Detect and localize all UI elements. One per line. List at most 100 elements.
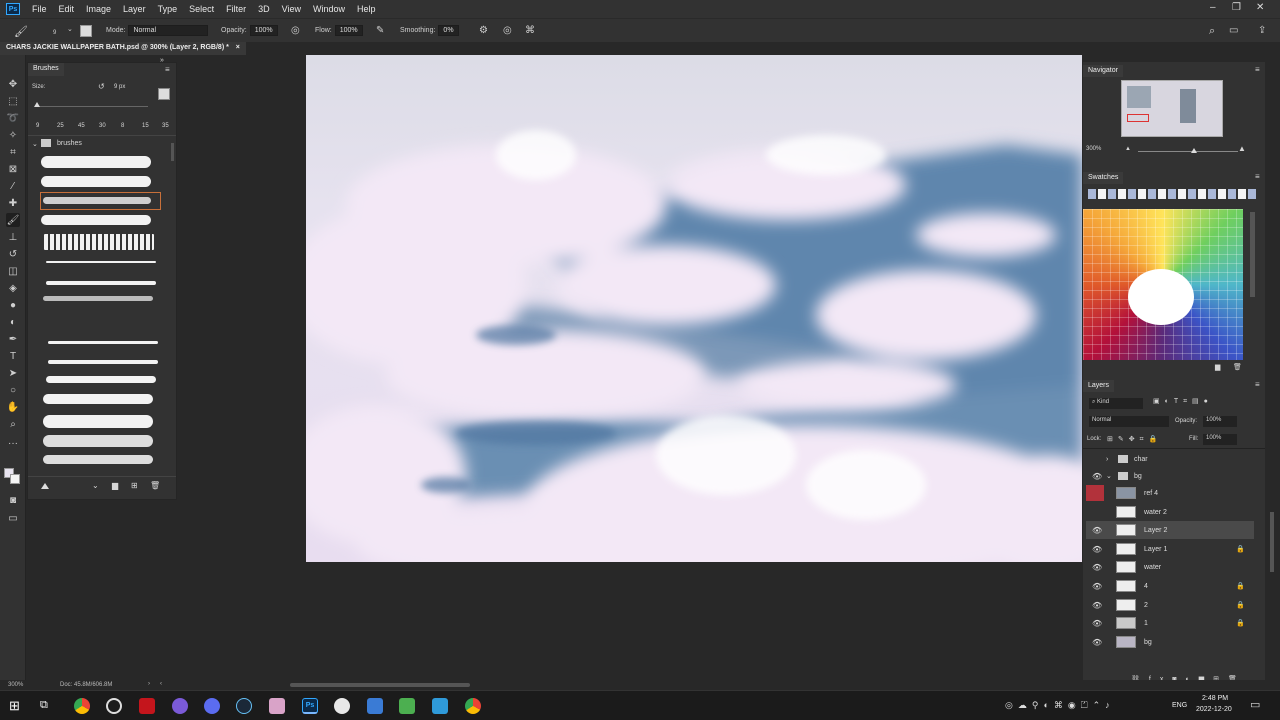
new-group-icon[interactable]: ▆	[112, 481, 118, 490]
flash-app-icon[interactable]	[139, 698, 155, 714]
brush-preset[interactable]	[44, 234, 154, 250]
windows-start-icon[interactable]: ⊞	[9, 698, 20, 714]
recent-swatches[interactable]	[1088, 189, 1256, 199]
layer-row[interactable]: 👁 1 🔒	[1086, 614, 1254, 632]
menu-type[interactable]: Type	[152, 4, 184, 14]
close-icon[interactable]: ✕	[1256, 2, 1264, 13]
menu-layer[interactable]: Layer	[117, 4, 152, 14]
layer-row[interactable]: 👁 water	[1086, 558, 1254, 576]
collapse-chevron-icon[interactable]: ⌄	[1106, 472, 1112, 480]
status-arrow-icon[interactable]: ›	[148, 681, 150, 687]
minimize-icon[interactable]: –	[1210, 2, 1216, 13]
swatches-scrollbar[interactable]	[1250, 212, 1255, 297]
swatch-grid[interactable]	[1083, 209, 1243, 360]
restore-icon[interactable]: ❐	[1232, 2, 1241, 13]
navigator-thumbnail[interactable]	[1121, 80, 1223, 137]
scroll-left-icon[interactable]: ‹	[160, 681, 162, 687]
eyedropper-icon[interactable]: ⁄	[6, 179, 20, 193]
layer-row[interactable]: 👁 2 🔒	[1086, 596, 1254, 614]
preset-size[interactable]: 45	[78, 123, 85, 129]
brush-preset[interactable]	[43, 394, 153, 404]
preset-size[interactable]: 30	[99, 123, 106, 129]
panel-menu-icon[interactable]: ≡	[165, 65, 170, 74]
canvas[interactable]	[306, 55, 1082, 562]
zoom-in-icon[interactable]: ▲	[1238, 144, 1246, 153]
zoom-tool-icon[interactable]: ⌕	[6, 417, 20, 431]
system-tray-icons[interactable]: ◎☁⚲◐⌘◉⏍⌃♪	[1005, 700, 1115, 711]
share-icon[interactable]: ⇪	[1258, 25, 1266, 36]
new-brush-preset-icon[interactable]: ⊞	[131, 481, 138, 490]
eraser-icon[interactable]: ◫	[6, 264, 20, 278]
delete-swatch-icon[interactable]: 🗑	[1233, 363, 1242, 371]
brush-preset[interactable]	[48, 341, 158, 344]
eye-icon[interactable]: 👁	[1092, 526, 1102, 535]
app-icon[interactable]	[269, 698, 285, 714]
search-icon[interactable]: ⌕	[1209, 25, 1215, 38]
brush-preset[interactable]	[41, 156, 151, 168]
clock-time[interactable]: 2:48 PM	[1202, 695, 1228, 702]
marquee-tool-icon[interactable]: ⬚	[6, 94, 20, 108]
type-tool-icon[interactable]: T	[6, 349, 20, 363]
brush-tool-icon[interactable]: 🖌	[14, 25, 28, 38]
brush-preset[interactable]	[41, 215, 151, 225]
eye-icon[interactable]: 👁	[1092, 582, 1102, 591]
notifications-icon[interactable]: ▭	[1250, 698, 1260, 711]
layer-row[interactable]: ref 4	[1086, 484, 1254, 502]
panel-menu-icon[interactable]: ≡	[1255, 380, 1260, 389]
menu-image[interactable]: Image	[80, 4, 117, 14]
layer-row[interactable]: 👁 bg	[1086, 633, 1254, 651]
new-brush-icon[interactable]	[158, 88, 170, 100]
screen-mode-icon[interactable]: ▭	[6, 511, 20, 525]
chrome-icon[interactable]	[465, 698, 481, 714]
menu-edit[interactable]: Edit	[53, 4, 81, 14]
menu-filter[interactable]: Filter	[220, 4, 252, 14]
brush-preset[interactable]	[46, 261, 156, 263]
eye-icon[interactable]: 👁	[1092, 563, 1102, 572]
brush-preset[interactable]	[43, 415, 153, 428]
layers-scrollbar[interactable]	[1270, 512, 1274, 572]
visibility-off-indicator[interactable]	[1086, 485, 1104, 501]
brush-preset-selected[interactable]	[40, 192, 161, 210]
menu-select[interactable]: Select	[183, 4, 220, 14]
airbrush-icon[interactable]: ✎	[376, 25, 384, 36]
preset-size[interactable]: 9	[36, 123, 39, 129]
brushes-scrollbar[interactable]	[171, 143, 174, 161]
clock-date[interactable]: 2022-12-20	[1196, 706, 1232, 713]
pressure-size-icon[interactable]: ◎	[503, 25, 512, 36]
hand-tool-icon[interactable]: ✋	[6, 400, 20, 414]
size-slider[interactable]	[36, 106, 148, 107]
menu-view[interactable]: View	[276, 4, 307, 14]
flow-field[interactable]: 100%	[334, 25, 363, 36]
swatches-tab[interactable]: Swatches	[1083, 172, 1124, 184]
artwork-clouds-sea[interactable]	[306, 55, 1082, 562]
clock-app-icon[interactable]	[106, 698, 122, 714]
fill-field[interactable]: 100%	[1203, 434, 1237, 445]
app-icon[interactable]	[172, 698, 188, 714]
close-tab-icon[interactable]: ×	[236, 44, 240, 51]
crop-tool-icon[interactable]: ⌗	[6, 145, 20, 159]
obs-icon[interactable]	[334, 698, 350, 714]
eye-icon[interactable]: 👁	[1092, 638, 1102, 647]
delete-brush-icon[interactable]: 🗑	[150, 481, 160, 490]
layer-row[interactable]: water 2	[1086, 503, 1254, 521]
layer-row[interactable]: 👁 ⌄ bg	[1086, 467, 1254, 485]
horizontal-scrollbar[interactable]	[290, 683, 470, 687]
opacity-field[interactable]: 100%	[249, 25, 278, 36]
menu-window[interactable]: Window	[307, 4, 351, 14]
brush-preset[interactable]	[43, 296, 153, 301]
zoom-slider[interactable]	[1138, 151, 1238, 152]
new-folder-icon[interactable]: ▆	[1215, 363, 1220, 371]
healing-brush-icon[interactable]: ✚	[6, 196, 20, 210]
frame-tool-icon[interactable]: ⊠	[6, 162, 20, 176]
shape-tool-icon[interactable]: ○	[6, 383, 20, 397]
brush-preset[interactable]	[48, 360, 158, 364]
zoom-slider-handle[interactable]	[1191, 148, 1197, 153]
brush-size-preview[interactable]: 9	[53, 30, 56, 36]
navigator-tab[interactable]: Navigator	[1083, 65, 1123, 77]
photoshop-taskbar-icon[interactable]: Ps	[302, 698, 318, 714]
menu-file[interactable]: File	[26, 4, 53, 14]
pressure-opacity-icon[interactable]: ◎	[291, 25, 300, 36]
layer-opacity-field[interactable]: 100%	[1203, 416, 1237, 427]
layer-filter-select[interactable]: ⌕ Kind	[1089, 398, 1143, 409]
move-tool-icon[interactable]: ✥	[6, 77, 20, 91]
